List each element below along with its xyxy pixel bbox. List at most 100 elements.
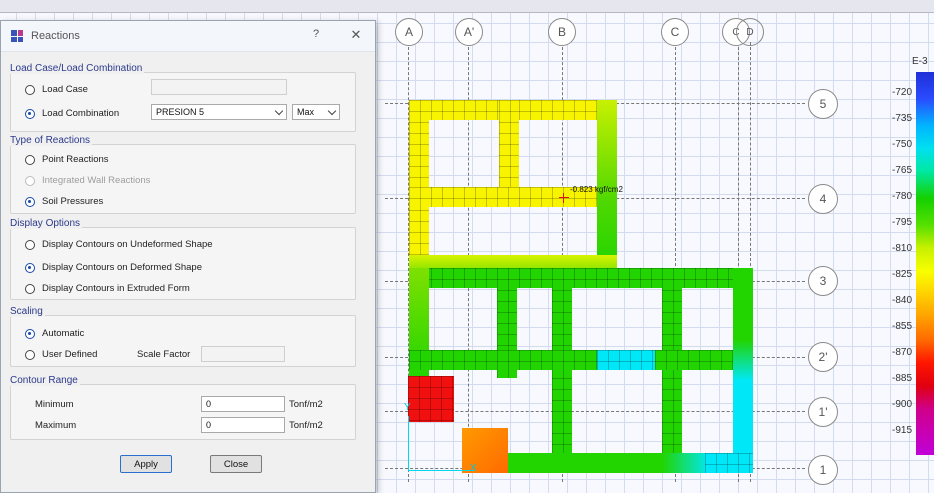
contour-green-beam-2p-right [655,350,740,370]
app-icon [11,30,23,42]
contour-cyan-right-col [733,268,753,473]
legend-tick: -750 [891,139,912,150]
radio-point-reactions-dot[interactable] [25,154,35,165]
radio-wall-reactions-dot [25,175,35,186]
radio-automatic[interactable]: Automatic [25,328,84,339]
minimum-field[interactable]: 0 [201,396,285,412]
dialog-title: Reactions [31,30,80,42]
radio-load-case[interactable]: Load Case [25,84,88,95]
scale-factor-field [201,346,285,362]
radio-deformed[interactable]: Display Contours on Deformed Shape [25,262,202,273]
toolbar-strip [0,0,934,13]
load-case-field [151,79,287,95]
load-combination-dropdown[interactable]: PRESION 5 [151,104,287,120]
legend-exponent: E-3 [912,56,928,67]
minimum-value: 0 [206,399,212,409]
close-icon[interactable]: ✕ [347,27,365,43]
radio-extruded[interactable]: Display Contours in Extruded Form [25,283,190,294]
contour-group-title: Contour Range [8,375,80,386]
radio-deformed-dot[interactable] [25,262,35,273]
minimum-label: Minimum [35,399,74,410]
legend-tick: -720 [891,87,912,98]
radio-soil-pressures-label: Soil Pressures [42,196,104,207]
chevron-down-icon [274,106,284,116]
radio-extruded-dot[interactable] [25,283,35,294]
grid-bubble-1: 1 [808,455,838,485]
legend-color-bar [916,72,934,455]
legend-tick: -825 [891,269,912,280]
grid-bubble-a-prime: A' [455,18,483,46]
type-group-title: Type of Reactions [8,135,93,146]
close-button[interactable]: Close [210,455,262,473]
legend-tick: -735 [891,113,912,124]
maximum-label: Maximum [35,420,77,431]
radio-automatic-label: Automatic [42,328,85,339]
radio-wall-reactions: Integrated Wall Reactions [25,175,150,186]
radio-soil-pressures-dot[interactable] [25,196,35,207]
axis-y-label: Y [404,402,411,413]
grid-bubble-5: 5 [808,89,838,119]
radio-user-defined-label: User Defined [42,349,98,360]
radio-load-combination[interactable]: Load Combination [25,108,119,119]
radio-wall-reactions-label: Integrated Wall Reactions [42,175,151,186]
load-group-title: Load Case/Load Combination [8,63,145,74]
radio-point-reactions[interactable]: Point Reactions [25,154,109,165]
load-combination-value: PRESION 5 [156,107,205,117]
max-value: Max [297,107,315,117]
grid-bubble-c: C [661,18,689,46]
grid-bubble-3: 3 [808,266,838,296]
maximum-value: 0 [206,420,212,430]
grid-bubble-2p: 2' [808,342,838,372]
contour-green-beam-2p [409,350,599,370]
reaction-annotation: -0.823 kgf/cm2 [570,185,623,194]
radio-undeformed-dot[interactable] [25,239,35,250]
radio-extruded-label: Display Contours in Extruded Form [42,283,190,294]
legend-tick: -915 [891,425,912,436]
max-dropdown[interactable]: Max [292,104,340,120]
apply-button[interactable]: Apply [120,455,172,473]
radio-undeformed[interactable]: Display Contours on Undeformed Shape [25,239,213,250]
radio-load-case-label: Load Case [42,84,88,95]
grid-bubble-d: D [736,18,764,46]
radio-deformed-label: Display Contours on Deformed Shape [42,262,203,273]
contour-group: Contour Range [8,375,356,440]
reaction-point-marker [559,193,569,203]
radio-load-combination-dot[interactable] [25,108,35,119]
radio-automatic-dot[interactable] [25,328,35,339]
legend-tick: -810 [891,243,912,254]
chevron-down-icon [327,106,337,116]
axis-triad: Y X [404,402,488,474]
legend-tick: -855 [891,321,912,332]
radio-point-reactions-label: Point Reactions [42,154,109,165]
contour-cyan-bottom-beam-right [705,453,753,473]
radio-user-defined[interactable]: User Defined [25,349,97,360]
grid-bubble-b: B [548,18,576,46]
radio-user-defined-dot[interactable] [25,349,35,360]
radio-load-case-dot[interactable] [25,84,35,95]
radio-soil-pressures[interactable]: Soil Pressures [25,196,103,207]
dialog-titlebar[interactable]: Reactions ? ✕ [1,21,375,52]
reactions-dialog: Reactions ? ✕ Load Case/Load Combination… [0,20,376,493]
contour-cyan-beam-2p [597,350,657,370]
legend-tick: -885 [891,373,912,384]
contour-green-col-3 [552,268,572,473]
grid-bubble-a: A [395,18,423,46]
legend-tick: -900 [891,399,912,410]
display-group-title: Display Options [8,218,83,229]
scale-factor-label: Scale Factor [137,349,191,360]
scaling-group-title: Scaling [8,306,45,317]
grid-bubble-1p: 1' [808,397,838,427]
axis-x-label: X [470,463,477,474]
radio-load-combination-label: Load Combination [42,108,120,119]
maximum-field[interactable]: 0 [201,417,285,433]
legend-tick: -840 [891,295,912,306]
contour-green-col-4 [662,268,682,473]
maximum-unit: Tonf/m2 [289,420,323,431]
legend-tick: -870 [891,347,912,358]
help-button[interactable]: ? [307,28,325,40]
legend-tick: -795 [891,217,912,228]
legend-tick: -765 [891,165,912,176]
contour-yellow-left-col [409,100,429,270]
contour-green-beam-3 [409,268,742,288]
radio-undeformed-label: Display Contours on Undeformed Shape [42,239,213,250]
